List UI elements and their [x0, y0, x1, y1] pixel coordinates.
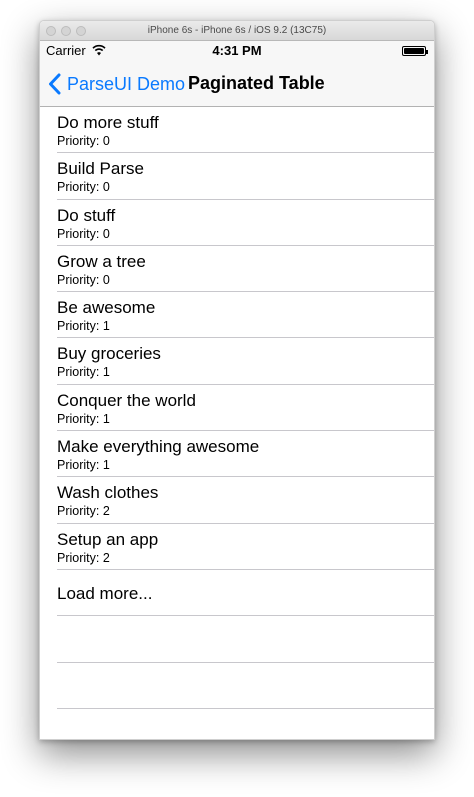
row-title: Do stuff [57, 205, 116, 225]
row-title: Wash clothes [57, 483, 159, 503]
status-time: 4:31 PM [212, 43, 262, 58]
table-row[interactable]: Conquer the world Priority: 1 [57, 385, 434, 432]
empty-table-row [57, 663, 434, 709]
row-title: Build Parse [57, 159, 144, 179]
row-title: Do more stuff [57, 113, 159, 132]
paginated-table: Do more stuff Priority: 0 Build Parse Pr… [40, 107, 434, 709]
back-button-label: ParseUI Demo [67, 73, 186, 94]
table-row[interactable]: Setup an app Priority: 2 [57, 524, 434, 570]
row-subtitle: Priority: 1 [57, 319, 110, 334]
window-title: iPhone 6s - iPhone 6s / iOS 9.2 (13C75) [147, 25, 327, 36]
row-subtitle: Priority: 0 [57, 272, 110, 287]
navigation-bar: ParseUI Demo Paginated Table [40, 61, 434, 107]
row-title: Setup an app [57, 529, 159, 549]
table-row[interactable]: Build Parse Priority: 0 [57, 153, 434, 200]
table-row[interactable]: Do more stuff Priority: 0 [57, 107, 434, 154]
battery-icon [402, 46, 428, 56]
back-button[interactable]: ParseUI Demo [48, 61, 185, 107]
row-title: Make everything awesome [57, 437, 260, 457]
simulator-window: iPhone 6s - iPhone 6s / iOS 9.2 (13C75) … [39, 20, 435, 740]
page-title: Paginated Table [188, 73, 325, 93]
table-row[interactable]: Grow a tree Priority: 0 [57, 246, 434, 293]
load-more-row[interactable]: Load more... [57, 570, 434, 617]
load-more-label: Load more... [57, 583, 153, 603]
status-bar: Carrier 4:31 PM [40, 41, 434, 61]
window-titlebar: iPhone 6s - iPhone 6s / iOS 9.2 (13C75) [40, 21, 434, 41]
row-subtitle: Priority: 2 [57, 550, 110, 565]
row-subtitle: Priority: 0 [57, 180, 110, 195]
table-row[interactable]: Buy groceries Priority: 1 [57, 338, 434, 385]
row-title: Grow a tree [57, 251, 146, 271]
table-row[interactable]: Make everything awesome Priority: 1 [57, 431, 434, 478]
table-row[interactable]: Do stuff Priority: 0 [57, 200, 434, 246]
empty-table-row [57, 616, 434, 663]
row-subtitle: Priority: 2 [57, 504, 110, 519]
row-title: Conquer the world [57, 390, 196, 410]
table-row[interactable]: Wash clothes Priority: 2 [57, 477, 434, 524]
chevron-left-icon [49, 73, 61, 95]
table-row[interactable]: Be awesome Priority: 1 [57, 292, 434, 339]
row-subtitle: Priority: 1 [57, 411, 110, 426]
row-subtitle: Priority: 1 [57, 365, 110, 380]
row-subtitle: Priority: 0 [57, 134, 110, 148]
row-subtitle: Priority: 1 [57, 458, 110, 473]
row-title: Buy groceries [57, 344, 161, 364]
row-title: Be awesome [57, 298, 156, 318]
row-subtitle: Priority: 0 [57, 226, 110, 241]
